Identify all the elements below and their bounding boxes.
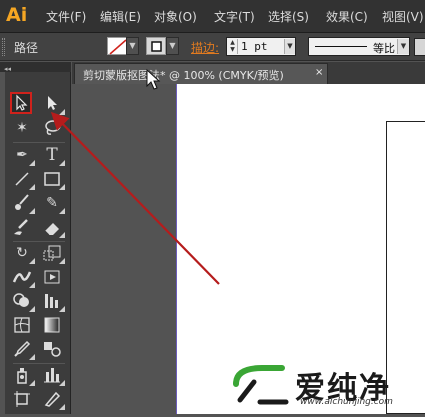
arrow-pointer-icon <box>16 94 28 111</box>
type-tool-icon[interactable]: T <box>41 144 65 166</box>
menu-type[interactable]: 文字(T) <box>214 8 255 25</box>
document-tab-title[interactable]: 剪切蒙版抠图法* @ 100% (CMYK/预览) <box>83 67 284 83</box>
rectangle-tool-icon[interactable] <box>41 168 65 190</box>
perspective-grid-tool-icon[interactable] <box>41 290 65 312</box>
direct-selection-tool-icon[interactable] <box>41 93 65 115</box>
column-graph-tool-icon[interactable] <box>41 364 65 386</box>
magic-wand-tool-icon[interactable]: ✶ <box>11 117 33 139</box>
scale-tool-icon[interactable] <box>41 242 65 264</box>
lasso-tool-icon[interactable] <box>41 117 63 139</box>
none-fill-icon <box>109 39 127 55</box>
profile-label: 等比 <box>373 42 395 55</box>
menu-effect[interactable]: 效果(C) <box>326 8 368 25</box>
menu-object[interactable]: 对象(O) <box>154 8 197 25</box>
stroke-weight-value[interactable]: 1 pt <box>241 40 268 53</box>
mesh-tool-icon[interactable] <box>11 314 33 336</box>
variable-width-profile[interactable]: 等比 ▼ <box>308 37 410 56</box>
toolbar-separator <box>13 142 65 143</box>
stroke-weight-stepper[interactable]: ▲ ▼ <box>228 39 238 54</box>
stroke-label[interactable]: 描边: <box>191 39 219 56</box>
pencil-tool-icon[interactable]: ✎ <box>41 192 65 214</box>
selection-tool-icon[interactable] <box>10 92 32 114</box>
tools-panel: ✶ ✒ T ✎ ↻ <box>5 72 71 414</box>
watermark-url: www.aichunjing.com <box>300 397 393 407</box>
fill-swatch[interactable] <box>107 37 127 55</box>
rotate-tool-icon[interactable]: ↻ <box>11 242 35 264</box>
fill-dropdown[interactable]: ▼ <box>126 37 139 55</box>
stroke-square-icon <box>151 41 162 52</box>
pen-tool-icon[interactable]: ✒ <box>11 144 35 166</box>
close-tab-icon[interactable]: × <box>315 67 323 78</box>
menu-view[interactable]: 视图(V) <box>382 8 424 25</box>
blend-tool-icon[interactable] <box>41 338 63 360</box>
profile-dropdown[interactable]: ▼ <box>397 39 409 54</box>
selection-type-label: 路径 <box>14 41 39 55</box>
artwork-rectangle[interactable] <box>386 121 425 414</box>
toolbar-header[interactable]: ◂◂ <box>0 62 71 73</box>
eraser-tool-icon[interactable] <box>41 216 65 238</box>
watermark-logo-icon <box>232 364 290 406</box>
menu-edit[interactable]: 编辑(E) <box>100 8 141 25</box>
document-tab[interactable]: 剪切蒙版抠图法* @ 100% (CMYK/预览) × <box>74 63 328 84</box>
menu-select[interactable]: 选择(S) <box>268 8 309 25</box>
app-logo: Ai <box>6 4 28 26</box>
symbol-sprayer-tool-icon[interactable] <box>11 364 35 386</box>
line-tool-icon[interactable] <box>11 168 35 190</box>
menu-bar: Ai 文件(F) 编辑(E) 对象(O) 文字(T) 选择(S) 效果(C) 视… <box>0 0 425 33</box>
stroke-weight-field[interactable]: ▲ ▼ 1 pt ▼ <box>226 37 296 56</box>
stroke-weight-dropdown[interactable]: ▼ <box>284 39 295 54</box>
paintbrush-tool-icon[interactable] <box>11 192 35 214</box>
artboard-tool-icon[interactable] <box>11 388 33 410</box>
shape-builder-tool-icon[interactable] <box>11 290 35 312</box>
stroke-dropdown[interactable]: ▼ <box>166 37 179 55</box>
width-tool-icon[interactable] <box>11 266 35 288</box>
slice-tool-icon[interactable] <box>41 388 65 410</box>
profile-line-preview <box>315 46 367 47</box>
more-options-button[interactable] <box>414 38 425 56</box>
blob-brush-tool-icon[interactable] <box>11 216 33 238</box>
eyedropper-tool-icon[interactable] <box>11 338 35 360</box>
panel-grip[interactable] <box>2 38 5 56</box>
gradient-tool-icon[interactable] <box>41 314 63 336</box>
free-transform-tool-icon[interactable] <box>41 266 63 288</box>
menu-file[interactable]: 文件(F) <box>46 8 86 25</box>
stroke-swatch[interactable] <box>146 37 166 55</box>
